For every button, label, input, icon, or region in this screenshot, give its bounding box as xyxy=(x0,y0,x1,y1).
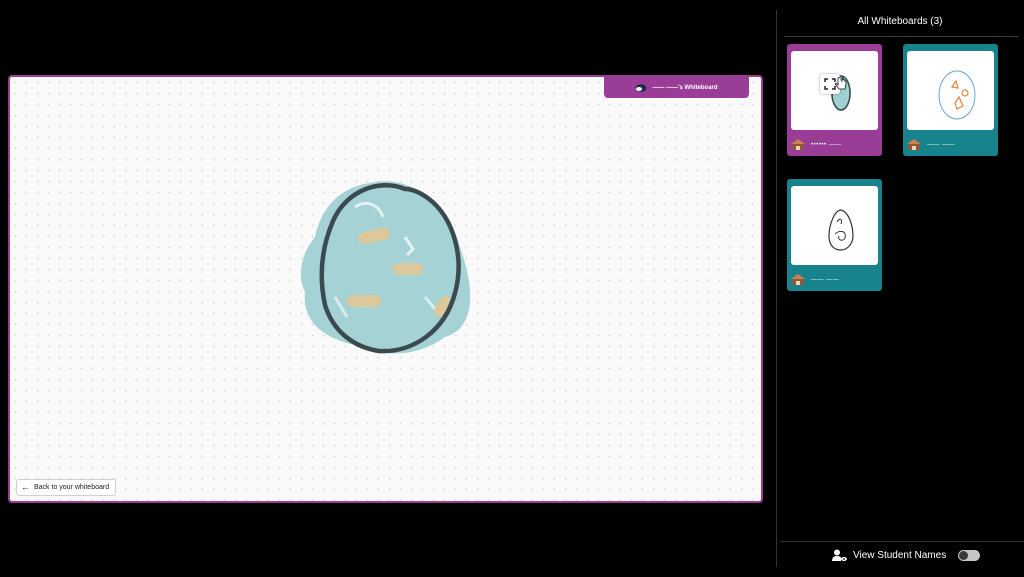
student-name: —— —— xyxy=(927,142,956,148)
thumbnail-footer: •••••• —— xyxy=(791,138,842,152)
student-name: —— —— xyxy=(811,277,840,283)
whiteboard-owner-label: —— ——'s Whiteboard xyxy=(652,84,718,91)
whiteboards-sidebar: All Whiteboards (3) •••••• —— —— —— —— —… xyxy=(780,0,1024,577)
whiteboard-thumbnail-2[interactable]: —— —— xyxy=(903,44,998,156)
toggle-knob xyxy=(959,550,969,560)
student-avatar-icon xyxy=(791,139,805,150)
thumbnail-canvas xyxy=(791,186,878,265)
whiteboard-thumbnail-3[interactable]: —— —— xyxy=(787,179,882,291)
back-button-label: Back to your whiteboard xyxy=(34,484,110,491)
person-eye-icon xyxy=(832,549,847,561)
whiteboard-thumbnail-1[interactable]: •••••• —— xyxy=(787,44,882,156)
thumbnail-canvas xyxy=(907,51,994,130)
main-whiteboard-canvas[interactable]: —— ——'s Whiteboard ← Back to your whiteb… xyxy=(8,75,763,503)
back-to-whiteboard-button[interactable]: ← Back to your whiteboard xyxy=(16,479,117,496)
thumbnail-footer: —— —— xyxy=(907,138,955,152)
whiteboard-owner-tab: —— ——'s Whiteboard xyxy=(604,77,749,98)
owner-avatar-icon xyxy=(635,84,647,92)
whiteboard-stage: —— ——'s Whiteboard ← Back to your whiteb… xyxy=(0,0,776,577)
egg-thumbnail-drawing xyxy=(938,70,976,120)
thumbnail-footer: —— —— xyxy=(791,273,839,287)
panel-divider xyxy=(776,10,777,567)
view-student-names-row: View Student Names xyxy=(832,547,981,563)
view-student-names-toggle[interactable] xyxy=(958,549,981,561)
hand-cursor-icon xyxy=(835,76,847,90)
egg-drawing xyxy=(300,181,471,354)
student-avatar-icon xyxy=(791,274,805,285)
egg-thumbnail-drawing xyxy=(828,209,854,251)
student-name: •••••• —— xyxy=(811,142,842,148)
sidebar-title: All Whiteboards (3) xyxy=(857,16,943,27)
student-avatar-icon xyxy=(907,139,921,150)
arrow-left-icon: ← xyxy=(21,482,30,492)
sidebar-divider xyxy=(784,36,1018,37)
view-student-names-label: View Student Names xyxy=(853,549,947,561)
footer-divider xyxy=(780,541,1024,542)
